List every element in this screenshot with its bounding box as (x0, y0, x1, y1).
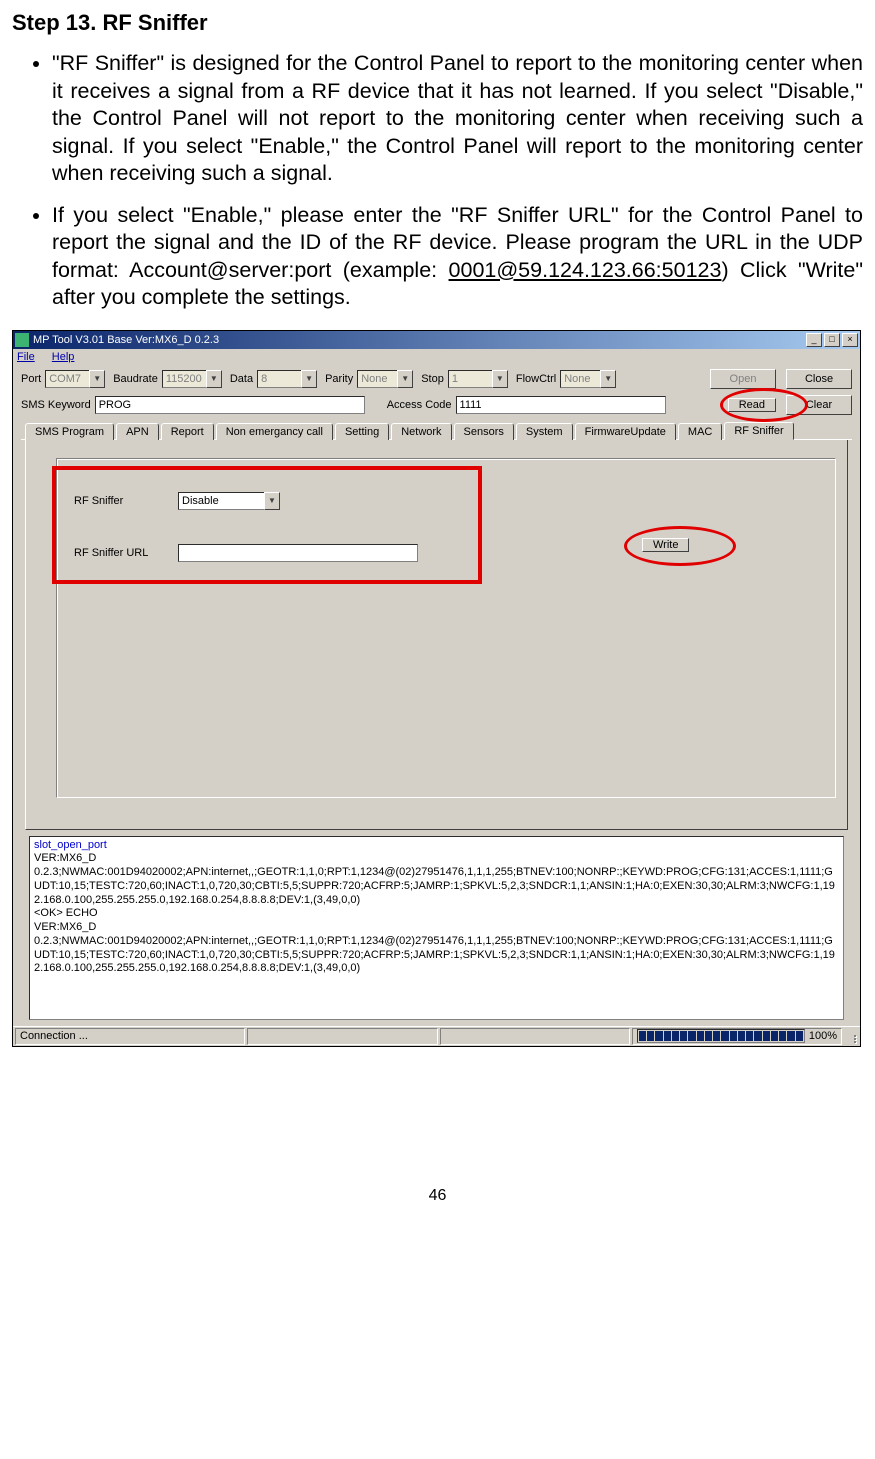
parity-combo[interactable]: None ▼ (357, 370, 413, 388)
tab-non-emergency-call[interactable]: Non emergancy call (216, 423, 333, 440)
parity-value: None (357, 370, 397, 388)
app-window: MP Tool V3.01 Base Ver:MX6_D 0.2.3 _ □ ×… (12, 330, 861, 1047)
tab-mac[interactable]: MAC (678, 423, 722, 440)
chevron-down-icon: ▼ (89, 370, 105, 388)
rf-sniffer-label: RF Sniffer (74, 495, 174, 507)
log-line: 0.2.3;NWMAC:001D94020002;APN:internet,,;… (34, 935, 839, 976)
tab-system[interactable]: System (516, 423, 573, 440)
tab-network[interactable]: Network (391, 423, 451, 440)
title-bar: MP Tool V3.01 Base Ver:MX6_D 0.2.3 _ □ × (13, 331, 860, 349)
access-code-label: Access Code (387, 399, 452, 411)
chevron-down-icon: ▼ (492, 370, 508, 388)
app-icon (15, 333, 29, 347)
annotation-ellipse (624, 526, 736, 566)
menu-help[interactable]: Help (52, 351, 75, 363)
window-title: MP Tool V3.01 Base Ver:MX6_D 0.2.3 (33, 334, 804, 346)
step-title: Step 13. RF Sniffer (12, 10, 863, 36)
tab-sensors[interactable]: Sensors (454, 423, 514, 440)
status-cell-3 (440, 1028, 630, 1045)
status-connection: Connection ... (15, 1028, 245, 1045)
tab-apn[interactable]: APN (116, 423, 159, 440)
annotation-red-box (52, 466, 482, 584)
open-button[interactable]: Open (710, 369, 776, 389)
sms-keyword-input[interactable]: PROG (95, 396, 365, 414)
progress-percent: 100% (809, 1030, 837, 1042)
status-cell-2 (247, 1028, 437, 1045)
chevron-down-icon: ▼ (397, 370, 413, 388)
data-label: Data (230, 373, 253, 385)
sms-keyword-label: SMS Keyword (21, 399, 91, 411)
log-line: 0.2.3;NWMAC:001D94020002;APN:internet,,;… (34, 866, 839, 907)
baud-label: Baudrate (113, 373, 158, 385)
menu-bar: File Help (13, 349, 860, 365)
stop-combo[interactable]: 1 ▼ (448, 370, 508, 388)
baud-combo[interactable]: 115200 ▼ (162, 370, 222, 388)
log-line: VER:MX6_D (34, 852, 839, 866)
bullet-2-link: 0001@59.124.123.66:50123 (449, 258, 722, 282)
parity-label: Parity (325, 373, 353, 385)
tab-body: RF Sniffer Disable ▼ RF Sniffer URL Writ… (25, 440, 848, 830)
rf-sniffer-value: Disable (178, 492, 264, 510)
rf-sniffer-combo[interactable]: Disable ▼ (178, 492, 280, 510)
annotation-ellipse (720, 388, 808, 422)
tab-sms-program[interactable]: SMS Program (25, 423, 114, 440)
chevron-down-icon: ▼ (301, 370, 317, 388)
chevron-down-icon: ▼ (206, 370, 222, 388)
resize-grip-icon[interactable] (844, 1028, 858, 1045)
tab-rf-sniffer[interactable]: RF Sniffer (724, 422, 793, 440)
status-progress: 100% (632, 1028, 842, 1045)
status-bar: Connection ... 100% (13, 1026, 860, 1046)
page-number: 46 (12, 1187, 863, 1205)
data-value: 8 (257, 370, 301, 388)
rf-sniffer-url-input[interactable] (178, 544, 418, 562)
chevron-down-icon: ▼ (264, 492, 280, 510)
rf-sniffer-url-label: RF Sniffer URL (74, 547, 174, 559)
sms-row: SMS Keyword PROG Access Code 1111 Read C… (21, 395, 852, 415)
tab-strip: SMS Program APN Report Non emergancy cal… (21, 421, 852, 440)
access-code-input[interactable]: 1111 (456, 396, 666, 414)
chevron-down-icon: ▼ (600, 370, 616, 388)
baud-value: 115200 (162, 370, 206, 388)
flow-combo[interactable]: None ▼ (560, 370, 616, 388)
close-window-button[interactable]: × (842, 333, 858, 347)
bullet-2: If you select "Enable," please enter the… (52, 202, 863, 312)
maximize-button[interactable]: □ (824, 333, 840, 347)
port-label: Port (21, 373, 41, 385)
flow-label: FlowCtrl (516, 373, 556, 385)
port-value: COM7 (45, 370, 89, 388)
log-line: <OK> ECHO (34, 907, 839, 921)
data-combo[interactable]: 8 ▼ (257, 370, 317, 388)
stop-value: 1 (448, 370, 492, 388)
stop-label: Stop (421, 373, 444, 385)
tab-firmware-update[interactable]: FirmwareUpdate (575, 423, 676, 440)
serial-row: Port COM7 ▼ Baudrate 115200 ▼ Data 8 ▼ P… (21, 369, 852, 389)
menu-file[interactable]: File (17, 351, 35, 363)
minimize-button[interactable]: _ (806, 333, 822, 347)
flow-value: None (560, 370, 600, 388)
log-pane[interactable]: slot_open_port VER:MX6_D 0.2.3;NWMAC:001… (29, 836, 844, 1020)
port-combo[interactable]: COM7 ▼ (45, 370, 105, 388)
log-line: slot_open_port (34, 839, 839, 853)
bullet-1: "RF Sniffer" is designed for the Control… (52, 50, 863, 188)
close-button[interactable]: Close (786, 369, 852, 389)
tab-report[interactable]: Report (161, 423, 214, 440)
log-line: VER:MX6_D (34, 921, 839, 935)
tab-setting[interactable]: Setting (335, 423, 389, 440)
progress-bar (637, 1029, 805, 1043)
